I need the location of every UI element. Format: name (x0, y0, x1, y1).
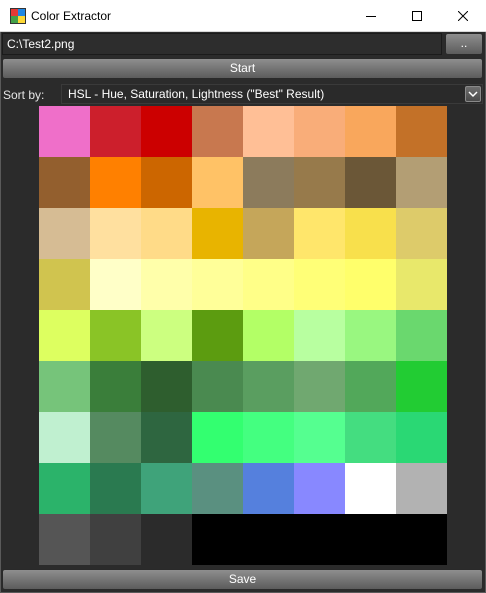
color-swatch[interactable] (294, 310, 345, 361)
close-icon (458, 10, 468, 21)
app-palette-icon (10, 8, 26, 24)
color-swatch[interactable] (39, 259, 90, 310)
color-swatch[interactable] (192, 259, 243, 310)
color-swatch[interactable] (192, 157, 243, 208)
color-swatch[interactable] (294, 412, 345, 463)
color-swatch[interactable] (39, 106, 90, 157)
color-swatch[interactable] (294, 463, 345, 514)
color-swatch[interactable] (396, 361, 447, 412)
file-path-input[interactable]: C:\Test2.png (2, 33, 442, 55)
color-swatch[interactable] (39, 361, 90, 412)
color-swatch[interactable] (90, 310, 141, 361)
color-swatch[interactable] (192, 310, 243, 361)
color-swatch[interactable] (396, 259, 447, 310)
color-swatch[interactable] (90, 412, 141, 463)
color-swatch[interactable] (345, 208, 396, 259)
color-swatch[interactable] (243, 310, 294, 361)
color-swatch[interactable] (396, 463, 447, 514)
color-swatch[interactable] (396, 310, 447, 361)
color-swatch[interactable] (294, 361, 345, 412)
color-swatch[interactable] (39, 463, 90, 514)
sort-by-selected-value: HSL - Hue, Saturation, Lightness ("Best"… (68, 87, 325, 101)
color-swatch-grid (39, 106, 447, 565)
color-swatch[interactable] (39, 208, 90, 259)
color-swatch[interactable] (141, 412, 192, 463)
color-swatch[interactable] (243, 412, 294, 463)
sort-by-select[interactable]: HSL - Hue, Saturation, Lightness ("Best"… (61, 84, 483, 104)
color-swatch[interactable] (192, 208, 243, 259)
color-swatch[interactable] (345, 463, 396, 514)
color-swatch[interactable] (90, 157, 141, 208)
color-swatch[interactable] (396, 412, 447, 463)
color-swatch[interactable] (39, 514, 90, 565)
color-swatch[interactable] (345, 412, 396, 463)
color-swatch[interactable] (90, 106, 141, 157)
color-swatch[interactable] (192, 514, 243, 565)
color-swatch[interactable] (243, 106, 294, 157)
color-swatch[interactable] (396, 106, 447, 157)
browse-button[interactable]: .. (445, 33, 483, 55)
color-swatch[interactable] (345, 259, 396, 310)
color-swatch[interactable] (192, 463, 243, 514)
color-swatch[interactable] (345, 106, 396, 157)
color-swatch[interactable] (345, 157, 396, 208)
color-swatch[interactable] (141, 310, 192, 361)
color-swatch[interactable] (243, 208, 294, 259)
color-swatch[interactable] (90, 259, 141, 310)
color-swatch[interactable] (396, 208, 447, 259)
color-swatch[interactable] (294, 259, 345, 310)
save-button[interactable]: Save (2, 569, 483, 590)
color-swatch[interactable] (90, 208, 141, 259)
color-swatch[interactable] (243, 259, 294, 310)
sort-by-label: Sort by: (3, 88, 45, 102)
window-title: Color Extractor (31, 9, 112, 23)
start-button[interactable]: Start (2, 58, 483, 79)
color-swatch[interactable] (396, 514, 447, 565)
color-swatch[interactable] (141, 157, 192, 208)
minimize-button[interactable] (348, 0, 394, 31)
title-bar: Color Extractor (0, 0, 486, 32)
color-swatch[interactable] (243, 463, 294, 514)
color-swatch[interactable] (90, 463, 141, 514)
color-swatch[interactable] (192, 412, 243, 463)
color-swatch[interactable] (39, 310, 90, 361)
color-swatch[interactable] (192, 361, 243, 412)
color-swatch[interactable] (192, 106, 243, 157)
color-swatch[interactable] (141, 514, 192, 565)
color-swatch[interactable] (39, 412, 90, 463)
color-swatch[interactable] (141, 463, 192, 514)
maximize-button[interactable] (394, 0, 440, 31)
color-swatch[interactable] (39, 157, 90, 208)
color-swatch[interactable] (243, 361, 294, 412)
color-swatch[interactable] (345, 514, 396, 565)
color-swatch[interactable] (141, 106, 192, 157)
color-swatch[interactable] (345, 361, 396, 412)
maximize-icon (412, 10, 422, 21)
close-button[interactable] (440, 0, 486, 31)
select-dropdown-button[interactable] (465, 86, 481, 102)
minimize-icon (366, 15, 376, 17)
color-swatch[interactable] (294, 514, 345, 565)
color-swatch[interactable] (141, 208, 192, 259)
color-swatch[interactable] (90, 514, 141, 565)
chevron-down-icon (468, 91, 478, 98)
color-swatch[interactable] (141, 361, 192, 412)
color-swatch[interactable] (141, 259, 192, 310)
color-swatch[interactable] (243, 514, 294, 565)
color-swatch[interactable] (294, 106, 345, 157)
color-swatch[interactable] (243, 157, 294, 208)
color-swatch[interactable] (90, 361, 141, 412)
color-swatch[interactable] (294, 208, 345, 259)
color-swatch[interactable] (294, 157, 345, 208)
color-swatch[interactable] (345, 310, 396, 361)
color-swatch[interactable] (396, 157, 447, 208)
